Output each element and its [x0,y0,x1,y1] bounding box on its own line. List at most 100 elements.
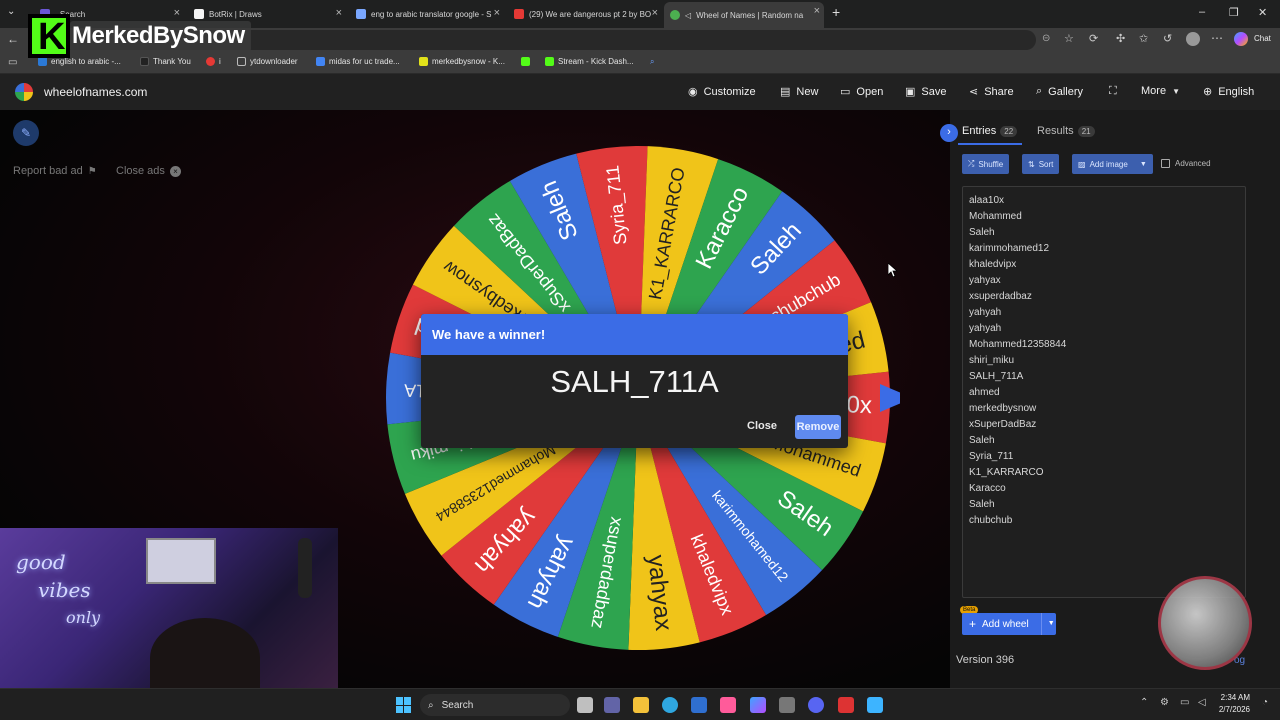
entry-line[interactable]: Saleh [969,499,995,510]
tab-menu-chevron-icon[interactable]: ⌄ [7,6,15,17]
entry-line[interactable]: yahyah [969,307,1001,318]
history-icon[interactable]: ↺ [1163,32,1172,45]
entry-line[interactable]: shiri_miku [969,355,1014,366]
windows-start-icon[interactable] [396,697,412,713]
notification-icon[interactable]: ◔ [1262,697,1268,708]
entry-line[interactable]: chubchub [969,515,1012,526]
shuffle-button[interactable]: ⤮ Shuffle [962,154,1010,174]
site-name[interactable]: wheelofnames.com [44,85,147,99]
notepad-icon[interactable] [867,697,883,713]
entry-line[interactable]: yahyax [969,275,1001,286]
star-icon[interactable]: ☆ [1064,32,1074,45]
favorites-icon[interactable]: ✩ [1139,32,1148,45]
tray-icon[interactable]: ⚙ [1160,697,1169,708]
entry-line[interactable]: merkedbysnow [969,403,1036,414]
entry-line[interactable]: yahyah [969,323,1001,334]
task-view-icon[interactable] [577,697,593,713]
edit-title-button[interactable]: ✎ [13,120,39,146]
more-button[interactable]: More ▼ [1141,85,1180,97]
entry-line[interactable]: Mohammed [969,211,1022,222]
tab-title: BotRix | Draws [209,9,262,19]
close-icon[interactable]: × [814,5,820,17]
search-icon[interactable]: ⌕ [650,57,654,67]
extension-icon[interactable]: ⟳ [1089,32,1098,45]
add-image-button[interactable]: ▨ Add image ▼ [1072,154,1153,174]
discord-icon[interactable] [808,697,824,713]
bookmark-item[interactable]: Stream - Kick Dash... [545,57,634,66]
entry-line[interactable]: Mohammed12358844 [969,339,1066,350]
edge-icon[interactable] [662,697,678,713]
file-explorer-icon[interactable] [633,697,649,713]
advanced-checkbox[interactable]: Advanced [1161,159,1211,168]
volume-icon[interactable]: ◁ [1198,697,1206,708]
entry-line[interactable]: Karacco [969,483,1006,494]
lens-icon[interactable]: ⊝ [1042,33,1050,44]
app-icon[interactable] [838,697,854,713]
wheel-logo-icon[interactable] [15,83,33,101]
back-arrow-icon[interactable]: ← [7,32,19,46]
sidebar-toggle-icon[interactable]: ▭ [8,57,17,68]
teams-icon[interactable] [604,697,620,713]
entry-line[interactable]: xSuperDadBaz [969,419,1036,430]
close-icon[interactable]: × [174,7,180,19]
taskbar-search[interactable]: ⌕ Search [420,694,570,716]
bookmark-item[interactable]: merkedbysnow - K... [419,57,505,66]
entry-line[interactable]: karimmohamed12 [969,243,1049,254]
sort-button[interactable]: ⇅ Sort [1022,154,1060,174]
customize-button[interactable]: ◉ Customize [688,85,756,99]
close-button[interactable]: Close [747,420,777,432]
clock-time[interactable]: 2:34 AM [1218,693,1250,702]
entry-line[interactable]: xsuperdadbaz [969,291,1032,302]
bookmark-item[interactable]: Thank You [140,57,191,66]
tab-results[interactable]: Results 21 [1037,125,1095,137]
puzzle-icon[interactable]: ✣ [1116,32,1125,45]
store-icon[interactable] [691,697,707,713]
tray-chevron-icon[interactable]: ⌃ [1140,697,1148,708]
close-window-icon[interactable]: ✕ [1258,6,1267,19]
minimize-icon[interactable]: – [1199,6,1205,18]
language-button[interactable]: ⊕ English [1203,85,1254,99]
tab-entries[interactable]: Entries 22 [962,125,1018,137]
profile-avatar[interactable] [1186,32,1200,46]
add-wheel-button[interactable]: + Add wheel ▼ [962,613,1056,635]
entry-line[interactable]: K1_KARRARCO [969,467,1043,478]
bookmark-item[interactable]: ytdownloader [237,57,298,66]
gallery-button[interactable]: ⌕ Gallery [1036,85,1083,98]
app-icon[interactable] [779,697,795,713]
new-tab-button[interactable]: + [832,4,840,20]
more-menu-icon[interactable]: ⋯ [1211,31,1223,45]
close-icon[interactable]: × [494,7,500,19]
entry-line[interactable]: Saleh [969,227,995,238]
entry-line[interactable]: alaa10x [969,195,1004,206]
chat-label[interactable]: Chat [1254,34,1271,43]
nav-label: Share [984,85,1014,98]
bookmark-item[interactable]: i [206,57,221,66]
bookmark-item[interactable] [521,57,530,66]
open-button[interactable]: ▭ Open [840,85,883,99]
save-button[interactable]: ▣ Save [905,85,946,99]
entry-line[interactable]: Syria_711 [969,451,1013,462]
entry-line[interactable]: ahmed [969,387,1000,398]
copilot-icon[interactable] [1234,32,1248,46]
entry-line[interactable]: SALH_711A [969,371,1023,382]
fullscreen-button[interactable]: ⛶ [1109,85,1117,98]
copilot-icon[interactable] [750,697,766,713]
remove-button[interactable]: Remove [795,415,841,439]
browser-tab-3[interactable]: eng to arabic translator google - S × [350,4,504,24]
entry-line[interactable]: Saleh [969,435,995,446]
report-bad-ad-link[interactable]: Report bad ad ⚑ [13,165,97,177]
network-icon[interactable]: ▭ [1180,697,1189,708]
browser-tab-4[interactable]: (29) We are dangerous pt 2 by BO × [508,4,662,24]
bookmark-item[interactable]: midas for uc trade... [316,57,400,66]
new-button[interactable]: ▤ New [780,85,818,99]
collapse-panel-button[interactable]: › [940,124,958,142]
clock-date[interactable]: 2/7/2026 [1214,705,1250,714]
close-icon[interactable]: × [336,7,342,19]
browser-tab-active[interactable]: ◁ Wheel of Names | Random na × [664,2,824,28]
close-ads-link[interactable]: Close ads × [116,165,181,177]
entry-line[interactable]: khaledvipx [969,259,1016,270]
share-button[interactable]: ⋖ Share [969,85,1014,99]
close-icon[interactable]: × [652,7,658,19]
restore-icon[interactable]: ❐ [1229,6,1239,19]
app-icon[interactable] [720,697,736,713]
